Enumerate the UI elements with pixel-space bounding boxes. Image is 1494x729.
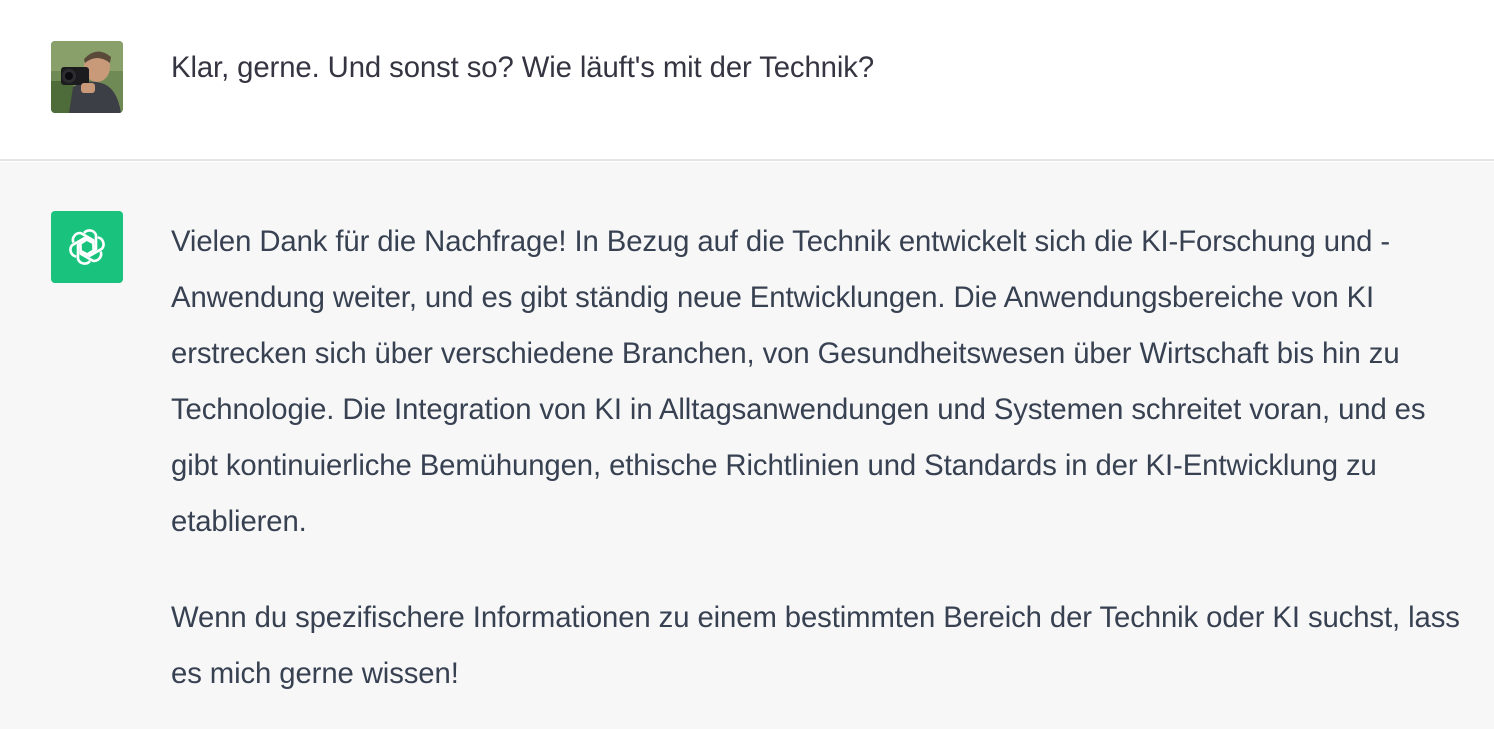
user-message: Klar, gerne. Und sonst so? Wie läuft's m… (0, 0, 1494, 161)
assistant-paragraph: Vielen Dank für die Nachfrage! In Bezug … (171, 225, 1426, 538)
user-message-text: Klar, gerne. Und sonst so? Wie läuft's m… (171, 51, 875, 84)
assistant-paragraph: Wenn du spezifischere Informationen zu e… (171, 601, 1460, 690)
assistant-message-text: Vielen Dank für die Nachfrage! In Bezug … (171, 214, 1476, 702)
openai-logo-icon (69, 229, 105, 265)
user-photo-avatar-icon (51, 41, 123, 113)
assistant-avatar (51, 211, 123, 283)
assistant-message: Vielen Dank für die Nachfrage! In Bezug … (0, 162, 1494, 729)
user-avatar (51, 41, 123, 113)
chat-page: Klar, gerne. Und sonst so? Wie läuft's m… (0, 0, 1494, 729)
